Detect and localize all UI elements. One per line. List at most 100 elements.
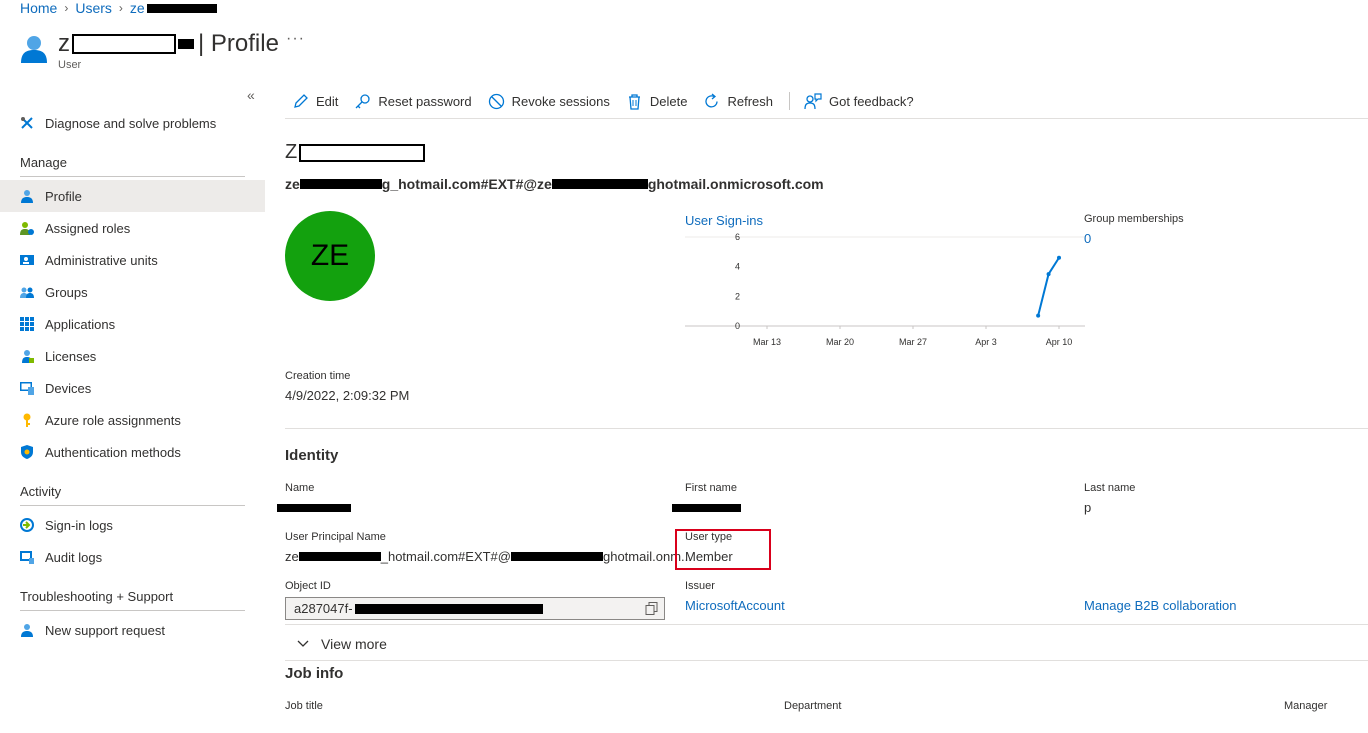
sign-in-logs-icon	[20, 518, 34, 532]
sidebar-item-label: New support request	[45, 622, 165, 638]
object-id-prefix: a287047f-	[294, 601, 353, 616]
sidebar-item-label: Authentication methods	[45, 444, 181, 460]
first-name-value-redacted	[672, 504, 741, 512]
license-icon	[20, 349, 34, 363]
shield-icon	[20, 445, 34, 459]
redaction-bar	[299, 143, 426, 162]
breadcrumb-home-link[interactable]: Home	[20, 0, 57, 16]
last-name-label: Last name	[1084, 482, 1136, 494]
refresh-button[interactable]: Refresh	[703, 93, 773, 110]
refresh-icon	[705, 93, 719, 107]
sidebar-item-applications[interactable]: Applications	[0, 308, 265, 340]
user-roles-icon	[20, 221, 34, 235]
user-icon	[20, 34, 48, 67]
sidebar-item-label: Administrative units	[45, 252, 158, 268]
edit-label: Edit	[316, 93, 339, 109]
last-name-value: p	[1084, 500, 1092, 515]
edit-button[interactable]: Edit	[292, 93, 338, 110]
feedback-button[interactable]: Got feedback?	[804, 92, 914, 110]
sidebar-item-label: Groups	[45, 284, 88, 300]
audit-logs-icon	[20, 550, 34, 564]
sidebar-item-azure-role-assignments[interactable]: Azure role assignments	[0, 404, 265, 436]
redaction-bar	[510, 552, 603, 561]
pencil-icon	[294, 93, 308, 108]
group-memberships-label: Group memberships	[1084, 213, 1184, 225]
section-divider	[285, 624, 1368, 625]
trash-icon	[628, 93, 640, 110]
redaction-bar	[299, 179, 382, 189]
more-options-button[interactable]: ···	[286, 30, 305, 48]
upn-value: ze _hotmail.com#EXT#@ ghotmail.onm...	[285, 549, 692, 564]
sidebar-item-diagnose[interactable]: Diagnose and solve problems	[0, 107, 265, 139]
chart-data-point	[1057, 255, 1061, 260]
sidebar-item-groups[interactable]: Groups	[0, 276, 265, 308]
revoke-sessions-label: Revoke sessions	[511, 93, 610, 109]
devices-icon	[20, 381, 34, 395]
sidebar-item-label: Assigned roles	[45, 220, 131, 236]
section-troubleshooting-support: Troubleshooting + Support	[20, 589, 245, 611]
sidebar-item-administrative-units[interactable]: Administrative units	[0, 244, 265, 276]
chart-y-tick-label: 2	[735, 291, 740, 301]
user-icon	[20, 189, 34, 203]
manage-b2b-collaboration-link[interactable]: Manage B2B collaboration	[1084, 598, 1237, 613]
view-more-label: View more	[321, 636, 387, 652]
chart-y-tick-label: 6	[735, 232, 740, 242]
reset-password-button[interactable]: Reset password	[354, 93, 472, 110]
department-label: Department	[784, 700, 842, 712]
redaction-bar	[298, 552, 381, 561]
section-activity: Activity	[20, 484, 245, 506]
first-name-label: First name	[685, 482, 737, 494]
sidebar-item-label: Profile	[45, 188, 82, 204]
sidebar-item-devices[interactable]: Devices	[0, 372, 265, 404]
chevron-right-icon: ›	[118, 1, 123, 15]
chart-x-tick-label: Apr 3	[975, 337, 997, 347]
redaction-bar	[354, 603, 543, 614]
user-sign-ins-link[interactable]: User Sign-ins	[685, 213, 763, 228]
sidebar-item-label: Azure role assignments	[45, 412, 181, 428]
creation-time-label: Creation time	[285, 370, 351, 382]
sidebar-item-label: Applications	[45, 316, 116, 332]
sidebar-item-profile[interactable]: Profile	[0, 180, 265, 212]
avatar: ZE	[285, 211, 375, 301]
key-icon	[355, 93, 371, 108]
group-memberships-count-link[interactable]: 0	[1084, 231, 1091, 246]
breadcrumb-users-link[interactable]: Users	[75, 0, 112, 16]
copy-icon[interactable]	[645, 602, 658, 618]
sidebar-item-sign-in-logs[interactable]: Sign-in logs	[0, 509, 265, 541]
job-info-heading: Job info	[285, 665, 344, 682]
issuer-link[interactable]: MicrosoftAccount	[685, 598, 785, 613]
view-more-button[interactable]: View more	[297, 636, 387, 652]
sidebar-item-assigned-roles[interactable]: Assigned roles	[0, 212, 265, 244]
block-icon	[488, 93, 504, 109]
collapse-sidebar-button[interactable]: «	[247, 87, 255, 103]
sidebar-item-new-support-request[interactable]: New support request	[0, 614, 265, 646]
delete-button[interactable]: Delete	[626, 93, 687, 110]
groups-icon	[20, 285, 34, 299]
feedback-icon	[804, 92, 822, 109]
reset-password-label: Reset password	[378, 93, 472, 109]
breadcrumb: Home › Users › ze	[20, 0, 217, 16]
creation-time-value: 4/9/2022, 2:09:32 PM	[285, 388, 410, 403]
upn-value-prefix: ze	[285, 549, 299, 564]
sidebar-item-licenses[interactable]: Licenses	[0, 340, 265, 372]
sign-ins-chart: 6 4 2 0 Mar 13 Mar 20 Mar 27 Apr 3 Apr 10	[685, 232, 1085, 347]
chart-x-tick-label: Mar 20	[826, 337, 854, 347]
chart-data-point	[1036, 313, 1041, 318]
user-principal-name-heading: ze g_hotmail.com#EXT#@ze ghotmail.onmicr…	[285, 176, 824, 192]
issuer-label: Issuer	[685, 580, 715, 592]
upn-suffix: ghotmail.onmicrosoft.com	[647, 176, 824, 192]
sidebar-item-audit-logs[interactable]: Audit logs	[0, 541, 265, 573]
section-manage: Manage	[20, 155, 245, 177]
page-title: z | Profile	[58, 30, 279, 58]
command-bar: Edit Reset password Revoke sessions Dele…	[292, 90, 930, 112]
page-title-prefix: z	[58, 30, 70, 57]
breadcrumb-current-link[interactable]: ze	[130, 0, 145, 16]
sidebar-item-authentication-methods[interactable]: Authentication methods	[0, 436, 265, 468]
chart-x-tick-label: Mar 13	[753, 337, 781, 347]
upn-prefix: ze	[285, 176, 300, 192]
chart-y-tick-label: 0	[735, 321, 740, 331]
sidebar-item-label: Diagnose and solve problems	[45, 115, 217, 131]
revoke-sessions-button[interactable]: Revoke sessions	[488, 93, 610, 110]
key-icon	[20, 413, 34, 427]
toolbar-separator	[285, 118, 1368, 119]
